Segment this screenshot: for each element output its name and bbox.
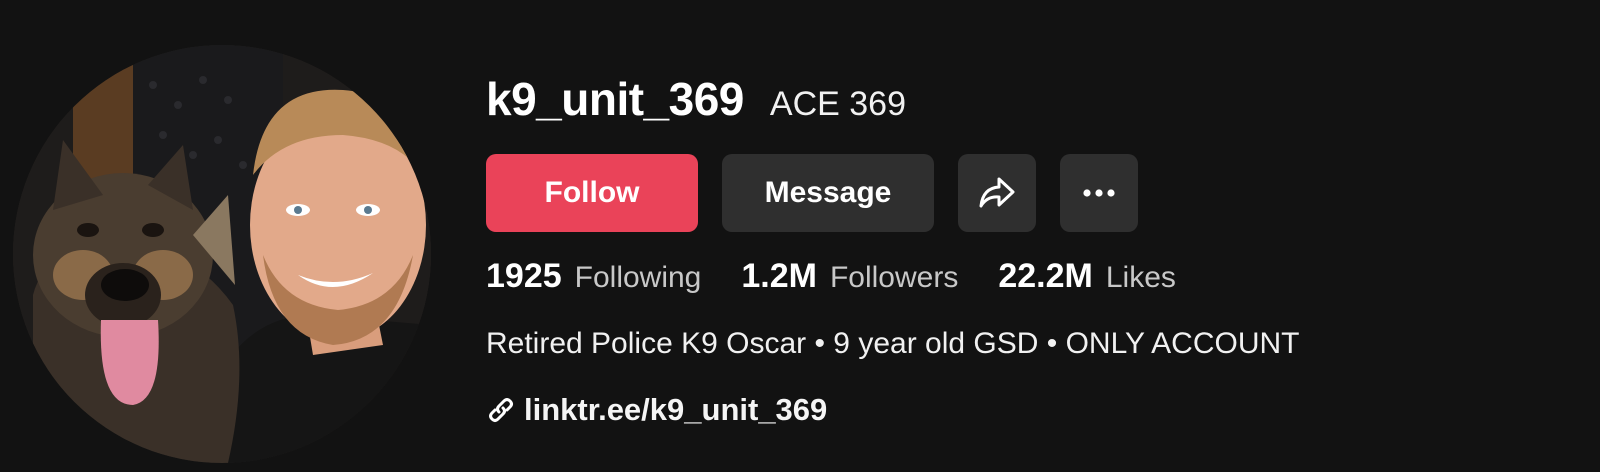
follow-button-label: Follow [544,176,640,209]
message-button[interactable]: Message [722,154,934,232]
stat-label: Following [574,261,702,294]
share-button[interactable] [958,154,1036,232]
profile-link[interactable]: linktr.ee/k9_unit_369 [486,392,827,428]
username: k9_unit_369 [486,73,744,125]
name-row: k9_unit_369 ACE 369 [486,72,1566,134]
profile-avatar[interactable] [13,45,431,463]
stat-value: 1.2M [741,257,817,295]
nickname: ACE 369 [769,85,906,123]
share-arrow-icon [979,177,1015,208]
profile-header: k9_unit_369 ACE 369 Follow Message 1925 … [0,0,1600,472]
message-button-label: Message [764,176,892,209]
link-icon [486,395,516,425]
stat-label: Followers [829,261,959,294]
more-button[interactable] [1060,154,1138,232]
follow-button[interactable]: Follow [486,154,698,232]
avatar-photo [13,45,431,463]
stat-value: 22.2M [998,257,1093,295]
profile-bio: Retired Police K9 Oscar • 9 year old GSD… [486,327,1300,360]
more-dots-icon [1083,189,1115,197]
stat-following[interactable]: 1925 Following [486,257,701,296]
stat-value: 1925 [486,257,562,295]
profile-link-text: linktr.ee/k9_unit_369 [524,392,828,427]
profile-stats: 1925 Following 1.2M Followers 22.2M Like… [486,257,1216,296]
stat-likes: 22.2M Likes [998,257,1176,296]
profile-info: k9_unit_369 ACE 369 Follow Message 1925 … [486,72,1566,427]
action-buttons: Follow Message [486,154,1138,232]
stat-followers[interactable]: 1.2M Followers [741,257,958,296]
stat-label: Likes [1105,261,1176,294]
